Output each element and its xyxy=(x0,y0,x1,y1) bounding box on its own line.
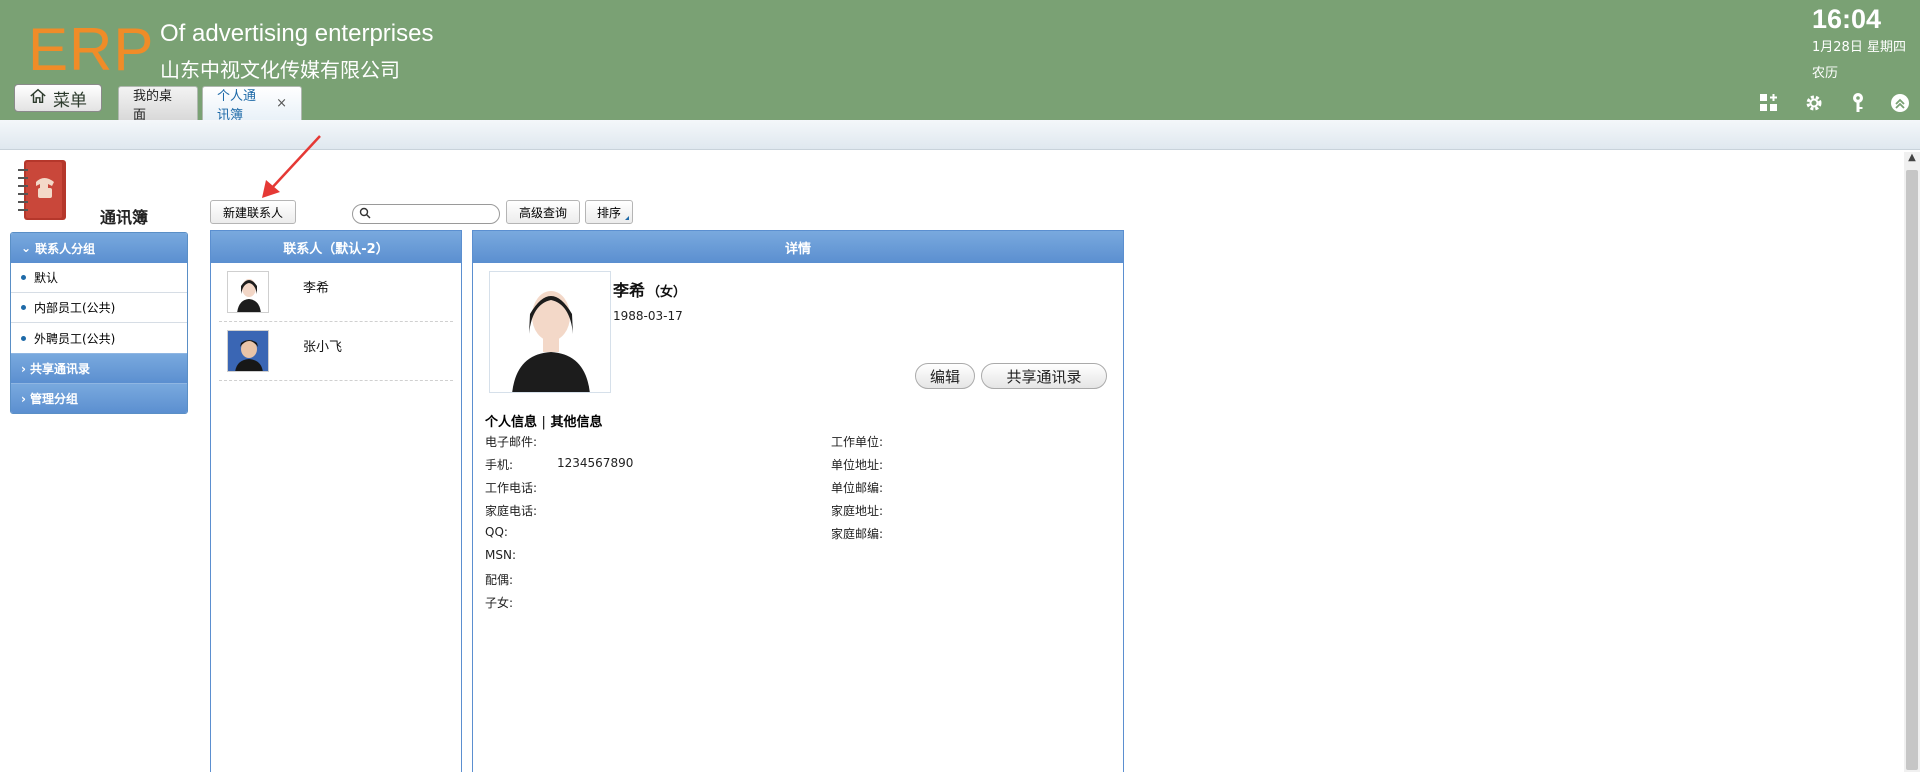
group-header-label: 共享通讯录 xyxy=(29,362,90,376)
clock-date: 1月28日 星期四 xyxy=(1812,40,1906,55)
group-header-manage-groups[interactable]: › 管理分组 xyxy=(11,383,187,413)
contact-row[interactable]: 李希 xyxy=(219,263,453,322)
company-name-cn: 山东中视文化传媒有限公司 xyxy=(160,58,400,82)
tab-personal-addressbook[interactable]: 个人通讯簿 × xyxy=(202,86,302,123)
field-label-email: 电子邮件: xyxy=(485,435,538,449)
detail-birthday: 1988-03-17 xyxy=(613,309,683,323)
grid-add-icon[interactable] xyxy=(1758,92,1780,114)
detail-gender: （女） xyxy=(647,285,687,300)
annotation-arrow-icon xyxy=(262,135,321,198)
group-item-label: 外聘员工(公共) xyxy=(34,331,116,346)
field-label-home-address: 家庭地址: xyxy=(831,504,884,518)
contacts-panel: 联系人（默认-2） 李希 张小飞 xyxy=(210,230,462,772)
group-header-label: 管理分组 xyxy=(29,392,78,406)
scroll-thumb[interactable] xyxy=(1906,170,1918,770)
bullet-icon xyxy=(21,275,26,280)
contact-row[interactable]: 张小飞 xyxy=(219,322,453,381)
chevron-down-icon: ⌄ xyxy=(21,241,32,255)
contact-name: 李希 xyxy=(303,281,330,296)
field-label-spouse: 配偶: xyxy=(485,573,514,587)
field-label-home-postcode: 家庭邮编: xyxy=(831,527,884,541)
advanced-search-button[interactable]: 高级查询 xyxy=(506,200,580,224)
details-panel-header: 详情 xyxy=(473,231,1123,263)
chevron-right-icon: › xyxy=(21,361,26,376)
group-panel: ⌄ 联系人分组 默认 内部员工(公共) 外聘员工(公共) › 共享通讯录 › 管… xyxy=(10,232,188,414)
detail-name: 李希 xyxy=(613,281,646,300)
key-icon[interactable] xyxy=(1847,92,1869,114)
chevron-right-icon: › xyxy=(21,391,26,406)
field-label-msn: MSN: xyxy=(485,548,516,562)
bullet-icon xyxy=(21,335,26,341)
field-label-qq: QQ: xyxy=(485,525,508,539)
field-value-mobile: 1234567890 xyxy=(557,456,634,470)
group-header-contact-groups[interactable]: ⌄ 联系人分组 xyxy=(11,233,187,263)
dropdown-caret-icon xyxy=(625,216,629,220)
close-icon[interactable]: × xyxy=(276,96,287,111)
field-label-work-postcode: 单位邮编: xyxy=(831,481,884,495)
collapse-up-icon[interactable] xyxy=(1889,92,1911,114)
sort-button-label: 排序 xyxy=(596,205,621,220)
addressbook-title: 通讯簿 xyxy=(100,208,149,227)
field-label-home-phone: 家庭电话: xyxy=(485,504,538,518)
field-label-mobile: 手机: xyxy=(485,458,514,472)
sort-button[interactable]: 排序 xyxy=(585,200,633,224)
lunar-calendar-link[interactable]: 农历 xyxy=(1812,62,1838,81)
company-name-en: Of advertising enterprises xyxy=(160,20,434,47)
page-scrollbar[interactable]: ▲ xyxy=(1904,152,1920,772)
contact-photo xyxy=(489,271,611,393)
tab-separator: | xyxy=(541,415,546,430)
group-item-label: 内部员工(公共) xyxy=(34,301,116,315)
erp-logo: ERP xyxy=(28,16,155,83)
edit-button[interactable]: 编辑 xyxy=(915,363,975,389)
group-header-shared-addressbook[interactable]: › 共享通讯录 xyxy=(11,353,187,383)
tab-my-desktop-label: 我的桌面 xyxy=(133,88,173,123)
field-label-work-address: 单位地址: xyxy=(831,458,884,472)
field-label-work-phone: 工作电话: xyxy=(485,481,538,495)
addressbook-book-icon xyxy=(14,158,70,224)
detail-name-line: 李希 （女） xyxy=(613,277,686,301)
group-item-label: 默认 xyxy=(34,271,59,285)
group-item-internal-staff[interactable]: 内部员工(公共) xyxy=(11,293,187,323)
contacts-panel-header: 联系人（默认-2） xyxy=(211,231,461,263)
contact-avatar xyxy=(227,271,269,313)
tab-personal-addressbook-label: 个人通讯簿 xyxy=(217,88,257,123)
main-menu-button[interactable]: 菜单 xyxy=(14,84,102,112)
search-box xyxy=(352,204,500,224)
group-item-default[interactable]: 默认 xyxy=(11,263,187,293)
tab-my-desktop[interactable]: 我的桌面 xyxy=(118,86,198,123)
field-label-children: 子女: xyxy=(485,596,514,610)
gear-icon[interactable] xyxy=(1803,92,1825,114)
contact-name: 张小飞 xyxy=(303,340,343,355)
app-header: ERP Of advertising enterprises 山东中视文化传媒有… xyxy=(0,0,1920,123)
scroll-up-arrow-icon[interactable]: ▲ xyxy=(1904,152,1920,166)
group-item-external-staff[interactable]: 外聘员工(公共) xyxy=(11,323,187,353)
new-contact-button[interactable]: 新建联系人 xyxy=(210,200,296,224)
tab-personal-info[interactable]: 个人信息 xyxy=(485,415,537,430)
share-addressbook-button[interactable]: 共享通讯录 xyxy=(981,363,1107,389)
info-tabs: 个人信息 | 其他信息 xyxy=(485,411,602,430)
main-menu-label: 菜单 xyxy=(53,90,87,111)
contact-avatar xyxy=(227,330,269,372)
tab-other-info[interactable]: 其他信息 xyxy=(550,415,602,430)
bullet-icon xyxy=(21,305,26,310)
clock-time: 16:04 xyxy=(1812,4,1882,34)
search-input[interactable] xyxy=(375,206,495,222)
field-label-employer: 工作单位: xyxy=(831,435,884,449)
search-icon xyxy=(359,207,371,222)
details-panel: 详情 李希 （女） 1988-03-17 编辑 共享通讯录 个人信息 | 其他信息… xyxy=(472,230,1124,772)
home-icon xyxy=(29,87,47,110)
group-header-label: 联系人分组 xyxy=(35,241,96,256)
